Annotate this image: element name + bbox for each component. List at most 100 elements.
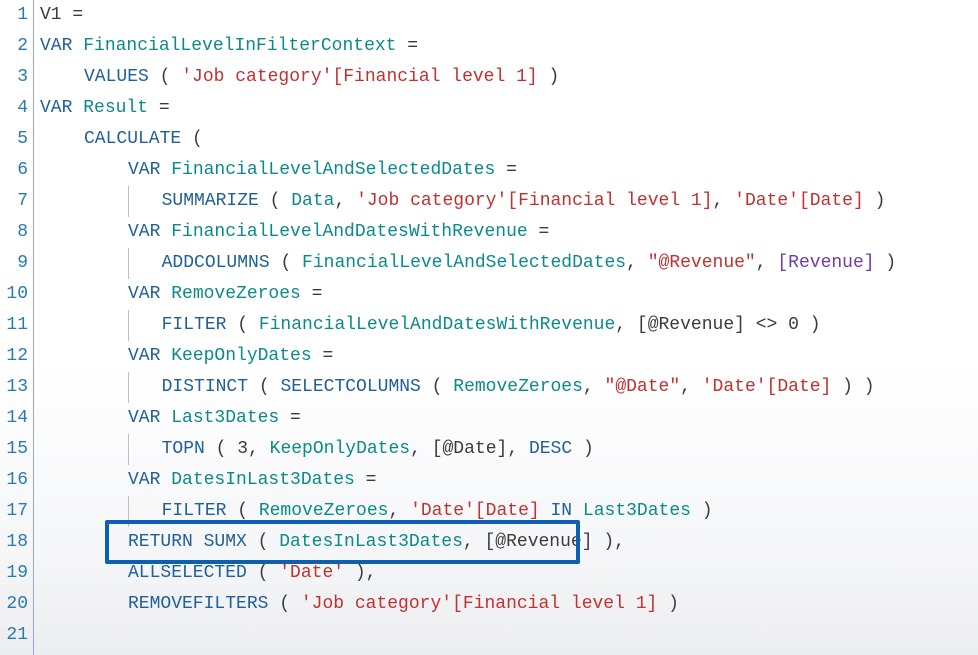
identifier: RemoveZeroes — [171, 284, 301, 304]
keyword: VAR — [128, 222, 160, 242]
punct — [572, 501, 583, 521]
keyword: DESC — [529, 439, 572, 459]
table-ref: 'Date' — [279, 563, 344, 583]
punct: ( — [149, 67, 181, 87]
code-line[interactable]: 21 — [0, 620, 978, 651]
keyword: VAR — [40, 36, 72, 56]
keyword: RETURN — [128, 532, 193, 552]
keyword: VAR — [128, 284, 160, 304]
code-line[interactable]: 2 VAR FinancialLevelInFilterContext = — [0, 31, 978, 62]
number: 0 — [788, 315, 799, 335]
punct: = — [301, 284, 323, 304]
punct: ( — [181, 129, 203, 149]
identifier: FinancialLevelInFilterContext — [83, 36, 396, 56]
column-ref: 'Job category'[Financial level 1] — [356, 191, 712, 211]
code-line[interactable]: 6 VAR FinancialLevelAndSelectedDates = — [0, 155, 978, 186]
code-line[interactable]: 3 VALUES ( 'Job category'[Financial leve… — [0, 62, 978, 93]
column-ref: 'Date'[Date] — [702, 377, 832, 397]
code-token: V1 = — [40, 5, 83, 25]
function: ALLSELECTED — [128, 563, 247, 583]
keyword: IN — [551, 501, 573, 521]
identifier: KeepOnlyDates — [171, 346, 311, 366]
keyword: VAR — [40, 98, 72, 118]
bracket-ref: [@Date] — [432, 439, 508, 459]
code-line[interactable]: 14 VAR Last3Dates = — [0, 403, 978, 434]
punct: ) — [875, 253, 897, 273]
code-line[interactable]: 7 SUMMARIZE ( Data, 'Job category'[Finan… — [0, 186, 978, 217]
column-ref: 'Job category'[Financial level 1] — [301, 594, 657, 614]
function: SELECTCOLUMNS — [280, 377, 420, 397]
column-ref: 'Date'[Date] — [410, 501, 540, 521]
code-editor[interactable]: 1 V1 = 2 VAR FinancialLevelInFilterConte… — [0, 0, 978, 655]
code-line[interactable]: 13 DISTINCT ( SELECTCOLUMNS ( RemoveZero… — [0, 372, 978, 403]
code-lines[interactable]: 1 V1 = 2 VAR FinancialLevelInFilterConte… — [0, 0, 978, 651]
code-line[interactable]: 9 ADDCOLUMNS ( FinancialLevelAndSelected… — [0, 248, 978, 279]
code-line[interactable]: 17 FILTER ( RemoveZeroes, 'Date'[Date] I… — [0, 496, 978, 527]
punct: , — [626, 253, 648, 273]
function: FILTER — [162, 315, 227, 335]
identifier: Result — [83, 98, 148, 118]
line-number: 18 — [0, 527, 34, 558]
punct: ) — [799, 315, 821, 335]
punct: ( — [226, 315, 258, 335]
line-number: 20 — [0, 589, 34, 620]
keyword: VAR — [128, 470, 160, 490]
punct: ), — [593, 532, 625, 552]
code-line[interactable]: 16 VAR DatesInLast3Dates = — [0, 465, 978, 496]
line-number: 13 — [0, 372, 34, 403]
line-number: 16 — [0, 465, 34, 496]
punct: , — [713, 191, 735, 211]
code-line[interactable]: 1 V1 = — [0, 0, 978, 31]
punct: , — [463, 532, 485, 552]
identifier: FinancialLevelAndDatesWithRevenue — [171, 222, 527, 242]
punct: = — [495, 160, 517, 180]
number: 3 — [237, 439, 248, 459]
function: FILTER — [162, 501, 227, 521]
line-number: 19 — [0, 558, 34, 589]
identifier: RemoveZeroes — [259, 501, 389, 521]
line-number: 10 — [0, 279, 34, 310]
line-number: 4 — [0, 93, 34, 124]
punct: , — [680, 377, 702, 397]
code-line[interactable]: 19 ALLSELECTED ( 'Date' ), — [0, 558, 978, 589]
operator: <> — [745, 315, 788, 335]
measure-ref: [Revenue] — [777, 253, 874, 273]
line-number: 11 — [0, 310, 34, 341]
code-line[interactable]: 12 VAR KeepOnlyDates = — [0, 341, 978, 372]
identifier: DatesInLast3Dates — [171, 470, 355, 490]
function: CALCULATE — [84, 129, 181, 149]
function: REMOVEFILTERS — [128, 594, 268, 614]
function: DISTINCT — [162, 377, 248, 397]
code-line[interactable]: 8 VAR FinancialLevelAndDatesWithRevenue … — [0, 217, 978, 248]
line-number: 3 — [0, 62, 34, 93]
identifier: RemoveZeroes — [453, 377, 583, 397]
code-line[interactable]: 20 REMOVEFILTERS ( 'Job category'[Financ… — [0, 589, 978, 620]
code-line[interactable]: 18 RETURN SUMX ( DatesInLast3Dates, [@Re… — [0, 527, 978, 558]
punct: ( — [270, 253, 302, 273]
punct: ( — [247, 563, 279, 583]
code-line[interactable]: 15 TOPN ( 3, KeepOnlyDates, [@Date], DES… — [0, 434, 978, 465]
punct: ) — [691, 501, 713, 521]
code-line[interactable]: 11 FILTER ( FinancialLevelAndDatesWithRe… — [0, 310, 978, 341]
punct: ( — [247, 532, 279, 552]
line-number: 9 — [0, 248, 34, 279]
punct: = — [528, 222, 550, 242]
identifier: DatesInLast3Dates — [279, 532, 463, 552]
line-number: 12 — [0, 341, 34, 372]
punct — [540, 501, 551, 521]
code-line[interactable]: 10 VAR RemoveZeroes = — [0, 279, 978, 310]
identifier: Data — [291, 191, 334, 211]
string: "@Revenue" — [648, 253, 756, 273]
punct — [193, 532, 204, 552]
identifier: FinancialLevelAndSelectedDates — [171, 160, 495, 180]
punct: ) — [538, 67, 560, 87]
column-ref: 'Job category'[Financial level 1] — [181, 67, 537, 87]
identifier: Last3Dates — [583, 501, 691, 521]
line-number: 15 — [0, 434, 34, 465]
punct: , — [248, 439, 270, 459]
punct: , — [583, 377, 605, 397]
line-number: 1 — [0, 0, 34, 31]
function: VALUES — [84, 67, 149, 87]
code-line[interactable]: 5 CALCULATE ( — [0, 124, 978, 155]
code-line[interactable]: 4 VAR Result = — [0, 93, 978, 124]
